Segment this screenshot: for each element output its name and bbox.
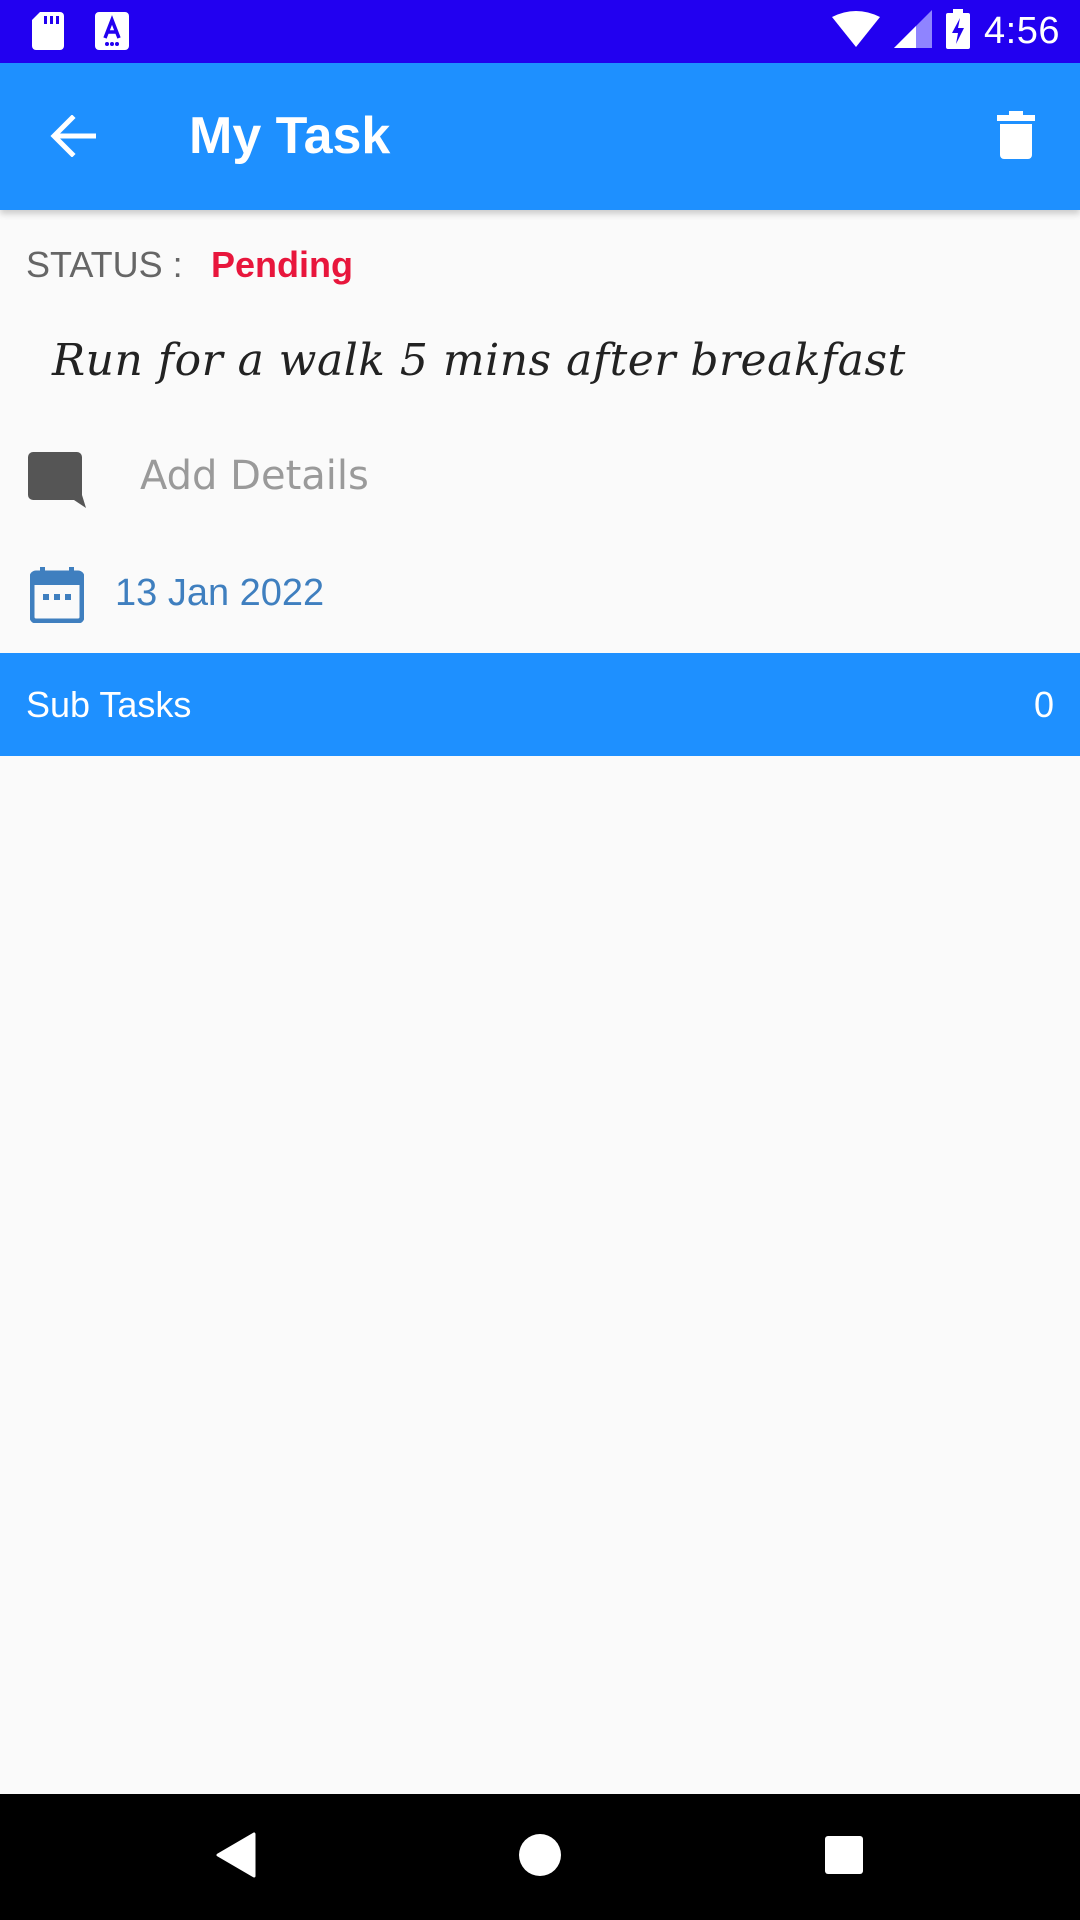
comment-icon: [28, 452, 86, 508]
subtasks-label: Sub Tasks: [26, 683, 192, 725]
nav-back-button[interactable]: [196, 1817, 276, 1897]
sd-card-icon: [32, 12, 64, 55]
calendar-icon[interactable]: [29, 567, 85, 624]
status-badge[interactable]: Pending: [211, 244, 353, 286]
status-right-group: 4:56: [832, 0, 1060, 63]
status-label: STATUS :: [26, 244, 183, 285]
app-bar: My Task: [0, 63, 1080, 210]
accessibility-a-icon: [95, 12, 129, 55]
status-row: STATUS : Pending: [26, 240, 353, 290]
task-detail-screen: 4:56 My Task STATUS : Pending Run for a …: [0, 0, 1080, 1920]
arrow-back-icon: [50, 113, 97, 162]
back-button[interactable]: [38, 103, 108, 173]
nav-recents-button[interactable]: [804, 1817, 884, 1897]
status-bar: 4:56: [0, 0, 1080, 63]
subtasks-header[interactable]: Sub Tasks 0: [0, 653, 1080, 756]
delete-task-button[interactable]: [980, 101, 1052, 173]
system-nav-bar: [0, 1794, 1080, 1920]
due-date[interactable]: 13 Jan 2022: [115, 565, 324, 621]
details-input[interactable]: [140, 446, 940, 506]
battery-charging-icon: [946, 9, 971, 54]
wifi-icon: [832, 11, 881, 52]
subtasks-count: 0: [1033, 683, 1054, 725]
status-time: 4:56: [984, 10, 1060, 52]
cell-signal-icon: [894, 10, 933, 53]
back-triangle-icon: [216, 1832, 256, 1883]
home-circle-icon: [518, 1833, 562, 1882]
task-title[interactable]: Run for a walk 5 mins after breakfast: [52, 335, 906, 386]
nav-home-button[interactable]: [500, 1817, 580, 1897]
recents-square-icon: [824, 1835, 864, 1880]
trash-icon: [997, 110, 1035, 164]
page-title: My Task: [189, 107, 391, 165]
